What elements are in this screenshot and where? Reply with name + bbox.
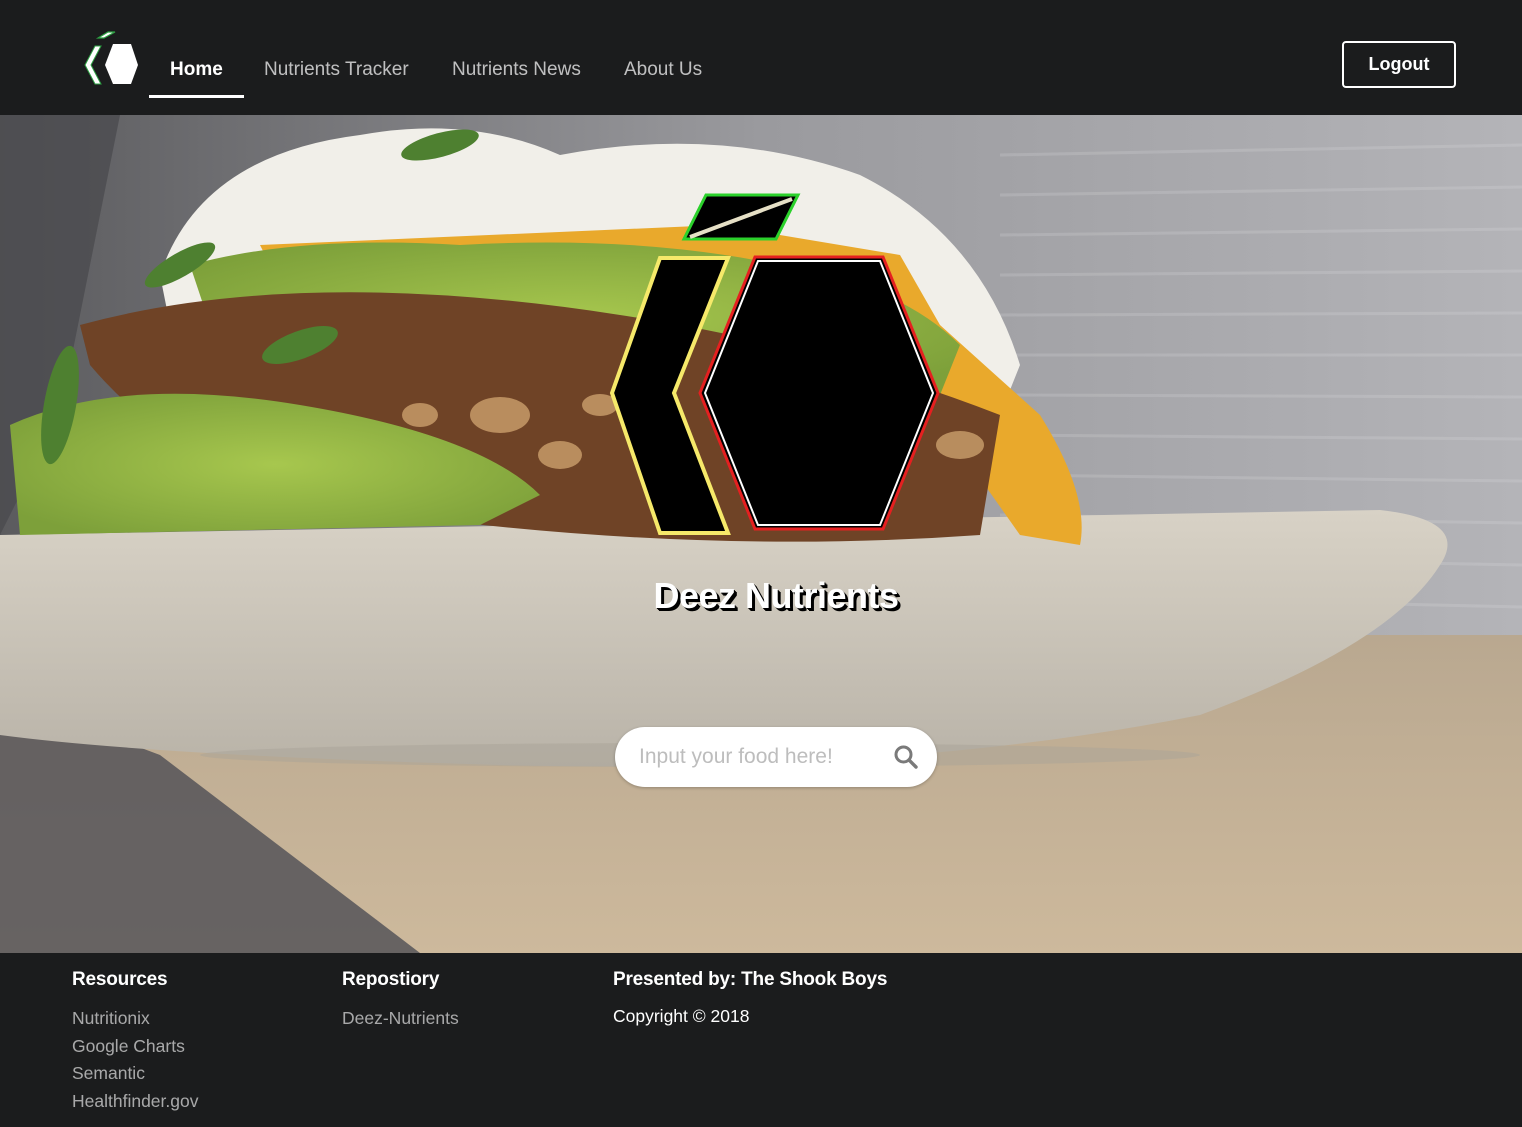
food-search-box <box>615 727 937 787</box>
nav-about-us-link[interactable]: About Us <box>624 52 702 98</box>
footer-presented-column: Presented by: The Shook Boys Copyright ©… <box>613 969 887 1030</box>
logout-button[interactable]: Logout <box>1342 41 1456 88</box>
hero-title: Deez Nutrients <box>653 575 899 616</box>
search-icon[interactable] <box>893 744 919 770</box>
brand-logo-icon[interactable] <box>82 30 140 88</box>
footer-link-healthfinder[interactable]: Healthfinder.gov <box>72 1088 198 1116</box>
top-navigation-bar: Home Nutrients Tracker Nutrients News Ab… <box>0 0 1522 115</box>
footer-link-deez-nutrients-repo[interactable]: Deez-Nutrients <box>342 1005 459 1033</box>
nav-nutrients-tracker-link[interactable]: Nutrients Tracker <box>264 52 409 98</box>
nav-nutrients-news-link[interactable]: Nutrients News <box>452 52 581 98</box>
deez-nutrients-logo-icon <box>600 193 950 538</box>
footer: Resources Nutritionix Google Charts Sema… <box>0 953 1522 1127</box>
nav-home-link[interactable]: Home <box>149 52 244 98</box>
footer-repository-column: Repostiory Deez-Nutrients <box>342 969 459 1033</box>
footer-copyright: Copyright © 2018 <box>613 1006 750 1026</box>
footer-resources-column: Resources Nutritionix Google Charts Sema… <box>72 969 198 1115</box>
hero-section: Deez Nutrients <box>0 115 1522 953</box>
footer-presented-heading: Presented by: The Shook Boys <box>613 969 888 990</box>
footer-resources-heading: Resources <box>72 969 168 990</box>
footer-link-nutritionix[interactable]: Nutritionix <box>72 1005 198 1033</box>
footer-link-semantic[interactable]: Semantic <box>72 1060 198 1088</box>
food-search-input[interactable] <box>639 727 889 787</box>
footer-repository-heading: Repostiory <box>342 969 440 990</box>
footer-link-google-charts[interactable]: Google Charts <box>72 1033 198 1061</box>
